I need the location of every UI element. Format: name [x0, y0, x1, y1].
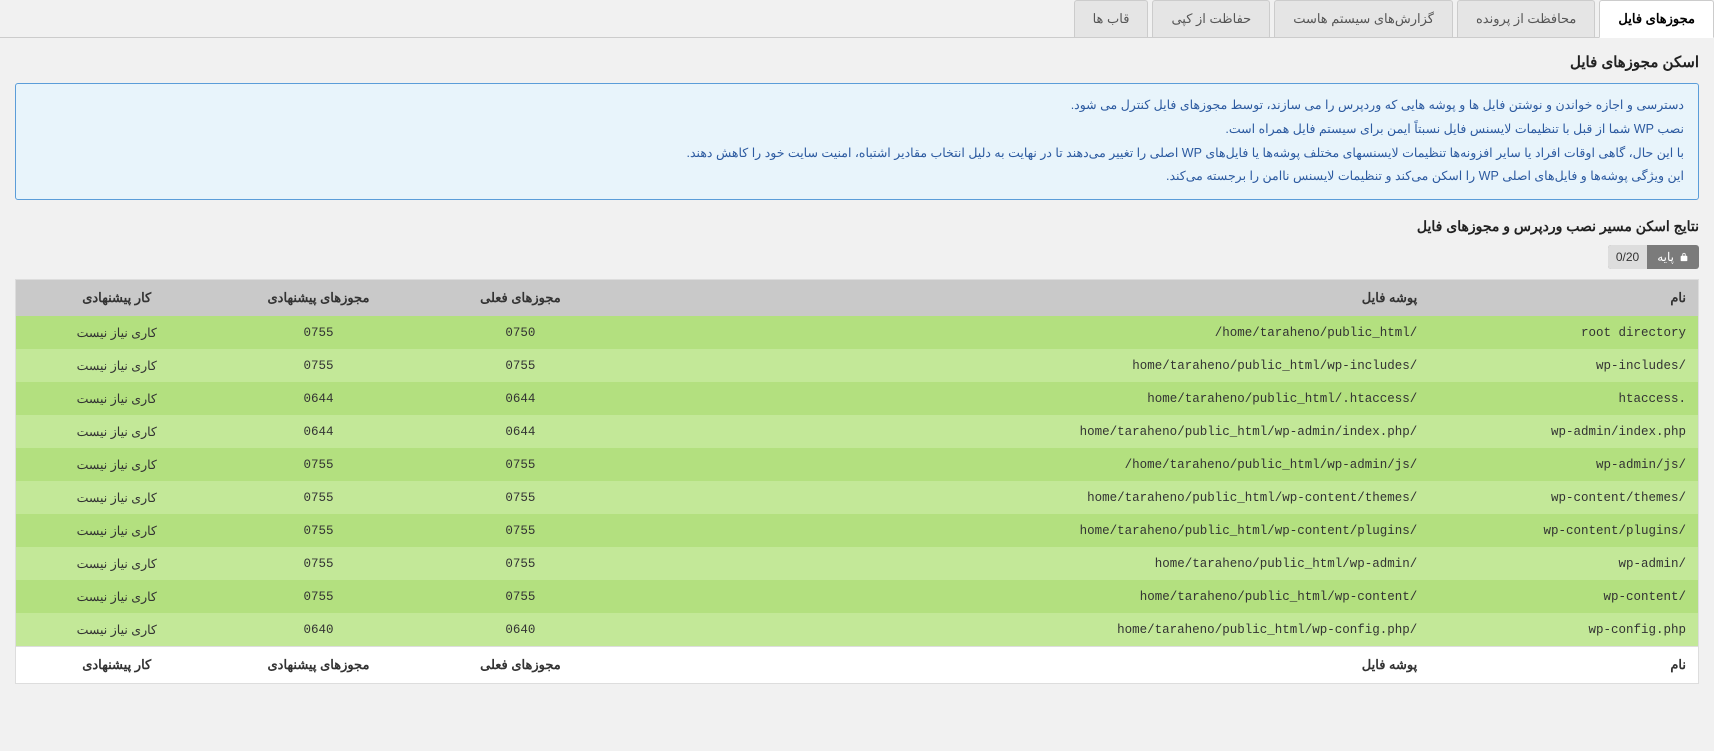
- section-title: اسکن مجوزهای فایل: [15, 53, 1699, 71]
- tf-name: نام: [1429, 647, 1698, 684]
- th-name[interactable]: نام: [1429, 280, 1698, 317]
- cell-name: wp-admin/js/: [1429, 448, 1698, 481]
- cell-current: 0640: [419, 613, 621, 647]
- th-recommended[interactable]: مجوزهای پیشنهادی: [217, 280, 419, 317]
- table-row: wp-admin/home/taraheno/public_html/wp-ad…: [16, 547, 1699, 580]
- cell-recommended: 0755: [217, 514, 419, 547]
- cell-current: 0755: [419, 481, 621, 514]
- tab-file-permissions[interactable]: مجوزهای فایل: [1599, 0, 1714, 38]
- cell-current: 0755: [419, 547, 621, 580]
- info-box: دسترسی و اجازه خواندن و نوشتن فایل ها و …: [15, 83, 1699, 200]
- cell-path: home/taraheno/public_html/wp-content/: [621, 580, 1429, 613]
- table-row: wp-content/themes/home/taraheno/public_h…: [16, 481, 1699, 514]
- cell-current: 0644: [419, 415, 621, 448]
- table-row: wp-config.phphome/taraheno/public_html/w…: [16, 613, 1699, 647]
- cell-action: کاری نیاز نیست: [16, 481, 218, 514]
- cell-current: 0750: [419, 316, 621, 349]
- cell-path: home/taraheno/public_html/wp-admin/: [621, 547, 1429, 580]
- permissions-table: نام پوشه فایل مجوزهای فعلی مجوزهای پیشنه…: [15, 279, 1699, 684]
- cell-recommended: 0755: [217, 316, 419, 349]
- cell-name: wp-includes/: [1429, 349, 1698, 382]
- cell-path: home/taraheno/public_html/wp-admin/index…: [621, 415, 1429, 448]
- info-line: نصب WP شما از قبل با تنظیمات لایسنس فایل…: [30, 118, 1684, 142]
- table-row: htaccess.home/taraheno/public_html/.htac…: [16, 382, 1699, 415]
- cell-name: wp-admin/: [1429, 547, 1698, 580]
- cell-name: htaccess.: [1429, 382, 1698, 415]
- th-current[interactable]: مجوزهای فعلی: [419, 280, 621, 317]
- tab-host-reports[interactable]: گزارش‌های سیستم هاست: [1274, 0, 1453, 37]
- cell-name: root directory: [1429, 316, 1698, 349]
- cell-name: wp-content/plugins/: [1429, 514, 1698, 547]
- table-row: root directory/home/taraheno/public_html…: [16, 316, 1699, 349]
- tf-path: پوشه فایل: [621, 647, 1429, 684]
- cell-action: کاری نیاز نیست: [16, 382, 218, 415]
- tab-frames[interactable]: قاب ها: [1074, 0, 1149, 37]
- cell-action: کاری نیاز نیست: [16, 349, 218, 382]
- badge-count: 0/20: [1608, 245, 1647, 269]
- cell-action: کاری نیاز نیست: [16, 415, 218, 448]
- cell-path: /home/taraheno/public_html/: [621, 316, 1429, 349]
- cell-name: wp-config.php: [1429, 613, 1698, 647]
- tabs-bar: مجوزهای فایل محافظت از پرونده گزارش‌های …: [0, 0, 1714, 38]
- cell-current: 0755: [419, 448, 621, 481]
- cell-action: کاری نیاز نیست: [16, 547, 218, 580]
- cell-recommended: 0644: [217, 415, 419, 448]
- cell-current: 0755: [419, 349, 621, 382]
- results-title: نتایج اسکن مسیر نصب وردپرس و مجوزهای فای…: [15, 218, 1699, 235]
- cell-action: کاری نیاز نیست: [16, 514, 218, 547]
- cell-path: home/taraheno/public_html/wp-content/the…: [621, 481, 1429, 514]
- cell-action: کاری نیاز نیست: [16, 316, 218, 349]
- table-row: wp-content/plugins/home/taraheno/public_…: [16, 514, 1699, 547]
- cell-recommended: 0755: [217, 448, 419, 481]
- cell-action: کاری نیاز نیست: [16, 448, 218, 481]
- cell-recommended: 0644: [217, 382, 419, 415]
- cell-action: کاری نیاز نیست: [16, 613, 218, 647]
- cell-action: کاری نیاز نیست: [16, 580, 218, 613]
- security-level-badge: پایه 0/20: [1608, 245, 1699, 269]
- cell-path: /home/taraheno/public_html/wp-admin/js/: [621, 448, 1429, 481]
- tf-action: کار پیشنهادی: [16, 647, 218, 684]
- cell-current: 0644: [419, 382, 621, 415]
- lock-icon: [1679, 251, 1689, 263]
- th-action[interactable]: کار پیشنهادی: [16, 280, 218, 317]
- cell-recommended: 0640: [217, 613, 419, 647]
- cell-path: home/taraheno/public_html/wp-includes/: [621, 349, 1429, 382]
- cell-path: home/taraheno/public_html/wp-content/plu…: [621, 514, 1429, 547]
- cell-name: wp-admin/index.php: [1429, 415, 1698, 448]
- cell-recommended: 0755: [217, 580, 419, 613]
- table-row: wp-admin/js//home/taraheno/public_html/w…: [16, 448, 1699, 481]
- cell-name: wp-content/themes/: [1429, 481, 1698, 514]
- th-path[interactable]: پوشه فایل: [621, 280, 1429, 317]
- badge-label-text: پایه: [1657, 250, 1674, 264]
- tf-current: مجوزهای فعلی: [419, 647, 621, 684]
- info-line: با این حال، گاهی اوقات افراد یا سایر افز…: [30, 142, 1684, 166]
- tab-file-protection[interactable]: محافظت از پرونده: [1457, 0, 1595, 37]
- info-line: دسترسی و اجازه خواندن و نوشتن فایل ها و …: [30, 94, 1684, 118]
- tab-copy-protection[interactable]: حفاظت از کپی: [1152, 0, 1270, 37]
- cell-recommended: 0755: [217, 481, 419, 514]
- cell-recommended: 0755: [217, 547, 419, 580]
- cell-current: 0755: [419, 514, 621, 547]
- table-row: wp-content/home/taraheno/public_html/wp-…: [16, 580, 1699, 613]
- info-line: این ویژگی پوشه‌ها و فایل‌های اصلی WP را …: [30, 165, 1684, 189]
- table-row: wp-admin/index.phphome/taraheno/public_h…: [16, 415, 1699, 448]
- cell-path: home/taraheno/public_html/wp-config.php/: [621, 613, 1429, 647]
- tf-recommended: مجوزهای پیشنهادی: [217, 647, 419, 684]
- table-row: wp-includes/home/taraheno/public_html/wp…: [16, 349, 1699, 382]
- cell-recommended: 0755: [217, 349, 419, 382]
- cell-name: wp-content/: [1429, 580, 1698, 613]
- cell-path: home/taraheno/public_html/.htaccess/: [621, 382, 1429, 415]
- cell-current: 0755: [419, 580, 621, 613]
